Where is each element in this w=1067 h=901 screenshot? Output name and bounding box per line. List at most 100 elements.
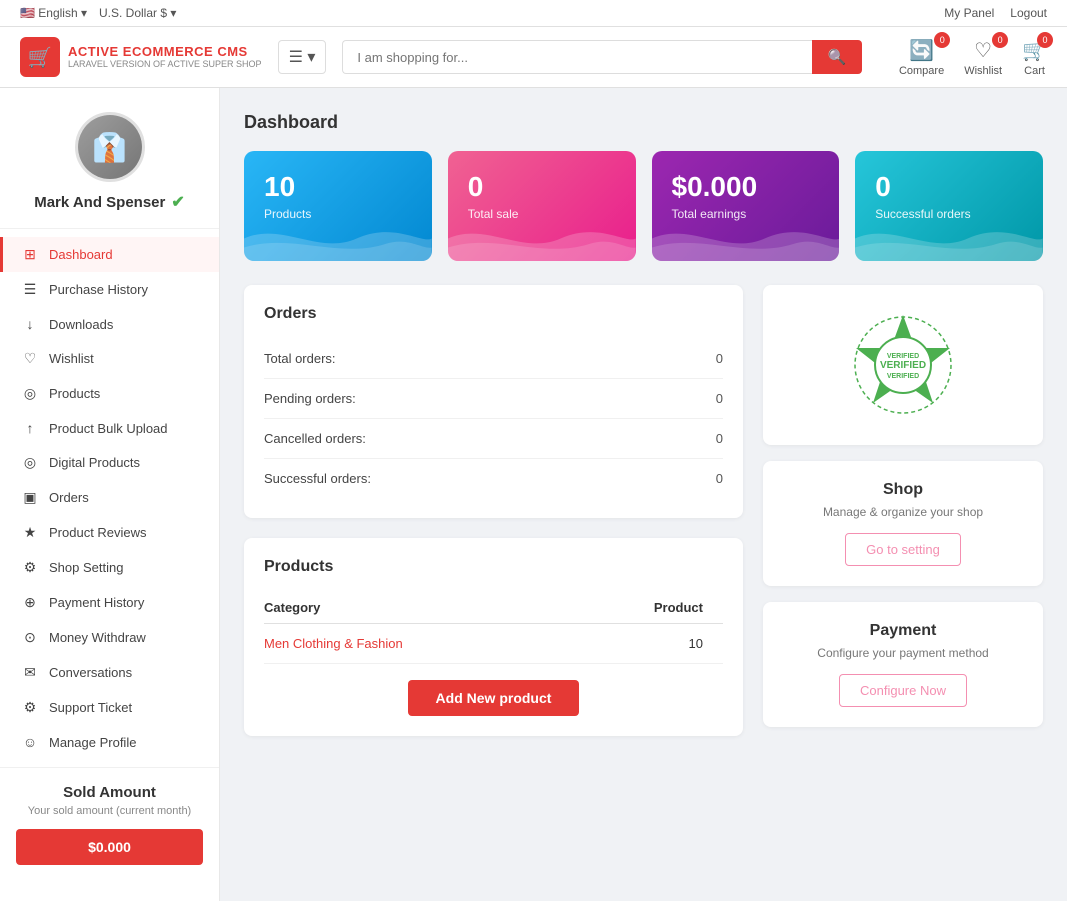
wishlist-icon-item[interactable]: ♡ 0 Wishlist — [964, 38, 1002, 77]
sidebar-item-label: Support Ticket — [49, 700, 132, 715]
top-bar: 🇺🇸 English ▾ U.S. Dollar $ ▾ My Panel Lo… — [0, 0, 1067, 27]
total-earnings: $0.000 — [672, 171, 820, 203]
username: Mark And Spenser ✔ — [34, 192, 185, 212]
sidebar-item-label: Purchase History — [49, 282, 148, 297]
compare-label: Compare — [899, 65, 944, 77]
payment-card: Payment Configure your payment method Co… — [763, 602, 1043, 727]
language-selector[interactable]: 🇺🇸 English ▾ — [20, 6, 87, 20]
sidebar-item-label: Money Withdraw — [49, 630, 146, 645]
top-bar-left: 🇺🇸 English ▾ U.S. Dollar $ ▾ — [20, 6, 176, 20]
logout-link[interactable]: Logout — [1010, 6, 1047, 20]
sidebar-item-label: Shop Setting — [49, 560, 123, 575]
bottom-grid: Orders Total orders: 0 Pending orders: 0… — [244, 285, 1043, 736]
order-row-pending: Pending orders: 0 — [264, 379, 723, 419]
sidebar-item-manage-profile[interactable]: ☺ Manage Profile — [0, 725, 219, 759]
hamburger-button[interactable]: ☰ ▾ — [278, 40, 327, 74]
sidebar-item-bulk-upload[interactable]: ↑ Product Bulk Upload — [0, 411, 219, 445]
compare-icon-item[interactable]: 🔄 0 Compare — [899, 38, 944, 77]
sidebar-item-shop-setting[interactable]: ⚙ Shop Setting — [0, 550, 219, 585]
brand-sub: LARAVEL VERSION OF ACTIVE SUPER SHOP — [68, 59, 262, 70]
wishlist-badge: 0 — [992, 32, 1008, 48]
sidebar-item-label: Manage Profile — [49, 735, 136, 750]
sidebar-item-label: Dashboard — [49, 247, 113, 262]
sidebar-item-payment-history[interactable]: ⊕ Payment History — [0, 585, 219, 620]
stat-card-products: 10 Products — [244, 151, 432, 261]
right-side: VERIFIED VERIFIED VERIFIED Shop Manage &… — [763, 285, 1043, 736]
add-product-button[interactable]: Add New product — [408, 680, 580, 716]
conversations-icon: ✉ — [21, 664, 39, 681]
avatar: 👔 — [75, 112, 145, 182]
reviews-icon: ★ — [21, 524, 39, 541]
configure-now-button[interactable]: Configure Now — [839, 674, 967, 707]
product-col-header: Product — [570, 592, 723, 624]
payment-subtitle: Configure your payment method — [783, 646, 1023, 660]
sidebar-item-money-withdraw[interactable]: ⊙ Money Withdraw — [0, 620, 219, 655]
header: 🛒 ACTIVE ECOMMERCE CMS LARAVEL VERSION O… — [0, 27, 1067, 88]
order-row-total: Total orders: 0 — [264, 339, 723, 379]
sidebar-item-label: Product Reviews — [49, 525, 147, 540]
category-col-header: Category — [264, 592, 570, 624]
products-count: 10 — [264, 171, 412, 203]
main-content: Dashboard 10 Products 0 Total sale — [220, 88, 1067, 901]
stat-card-earnings: $0.000 Total earnings — [652, 151, 840, 261]
sidebar: 👔 Mark And Spenser ✔ ⊞ Dashboard ☰ Purch… — [0, 88, 220, 901]
layout: 👔 Mark And Spenser ✔ ⊞ Dashboard ☰ Purch… — [0, 88, 1067, 901]
svg-text:VERIFIED: VERIFIED — [887, 373, 919, 380]
avatar-image: 👔 — [78, 115, 142, 179]
search-button[interactable]: 🔍 — [812, 40, 863, 74]
shop-subtitle: Manage & organize your shop — [783, 505, 1023, 519]
sidebar-item-wishlist[interactable]: ♡ Wishlist — [0, 341, 219, 376]
go-to-setting-button[interactable]: Go to setting — [845, 533, 961, 566]
successful-orders-count: 0 — [716, 471, 723, 486]
compare-icon: 🔄 — [909, 38, 934, 63]
cart-icon-item[interactable]: 🛒 0 Cart — [1022, 38, 1047, 77]
payment-history-icon: ⊕ — [21, 594, 39, 611]
total-orders-label: Total orders: — [264, 351, 336, 366]
sidebar-item-downloads[interactable]: ↓ Downloads — [0, 307, 219, 341]
products-table: Category Product Men Clothing & Fashion … — [264, 592, 723, 664]
search-input[interactable] — [342, 40, 811, 74]
my-panel-link[interactable]: My Panel — [944, 6, 994, 20]
verified-checkmark-icon: ✔ — [171, 192, 184, 212]
search-wrapper: 🔍 — [342, 40, 862, 74]
total-sale-count: 0 — [468, 171, 616, 203]
header-icons: 🔄 0 Compare ♡ 0 Wishlist 🛒 0 Cart — [899, 38, 1047, 77]
stat-card-total-sale: 0 Total sale — [448, 151, 636, 261]
logo-area: 🛒 ACTIVE ECOMMERCE CMS LARAVEL VERSION O… — [20, 37, 262, 77]
sidebar-item-orders[interactable]: ▣ Orders — [0, 480, 219, 515]
sidebar-item-purchase-history[interactable]: ☰ Purchase History — [0, 272, 219, 307]
sidebar-item-products[interactable]: ◎ Products — [0, 376, 219, 411]
sidebar-item-reviews[interactable]: ★ Product Reviews — [0, 515, 219, 550]
cart-label: Cart — [1024, 65, 1045, 77]
sidebar-item-support-ticket[interactable]: ⚙ Support Ticket — [0, 690, 219, 725]
bulk-upload-icon: ↑ — [21, 420, 39, 436]
sidebar-item-label: Orders — [49, 490, 89, 505]
pending-orders-label: Pending orders: — [264, 391, 356, 406]
wishlist-icon: ♡ — [974, 38, 992, 63]
wishlist-nav-icon: ♡ — [21, 350, 39, 367]
sidebar-item-label: Payment History — [49, 595, 144, 610]
currency-selector[interactable]: U.S. Dollar $ ▾ — [99, 6, 176, 20]
product-count-cell: 10 — [570, 624, 723, 664]
orders-title: Orders — [264, 305, 723, 323]
top-bar-right: My Panel Logout — [944, 6, 1047, 20]
category-cell[interactable]: Men Clothing & Fashion — [264, 624, 570, 664]
stat-cards: 10 Products 0 Total sale $0.000 Total ea… — [244, 151, 1043, 261]
sidebar-item-label: Product Bulk Upload — [49, 421, 168, 436]
orders-icon: ▣ — [21, 489, 39, 506]
sidebar-item-label: Downloads — [49, 317, 113, 332]
sidebar-item-digital-products[interactable]: ◎ Digital Products — [0, 445, 219, 480]
svg-text:VERIFIED: VERIFIED — [887, 353, 919, 360]
sidebar-item-dashboard[interactable]: ⊞ Dashboard — [0, 237, 219, 272]
money-withdraw-icon: ⊙ — [21, 629, 39, 646]
cancelled-orders-value: 0 — [716, 431, 723, 446]
svg-text:VERIFIED: VERIFIED — [880, 360, 926, 371]
sold-amount-button[interactable]: $0.000 — [16, 829, 203, 865]
stat-card-successful: 0 Successful orders — [855, 151, 1043, 261]
shop-title: Shop — [783, 481, 1023, 499]
sidebar-item-conversations[interactable]: ✉ Conversations — [0, 655, 219, 690]
verified-badge: VERIFIED VERIFIED VERIFIED — [848, 310, 958, 420]
page-title: Dashboard — [244, 112, 1043, 133]
sidebar-item-label: Products — [49, 386, 100, 401]
table-row: Men Clothing & Fashion 10 — [264, 624, 723, 664]
